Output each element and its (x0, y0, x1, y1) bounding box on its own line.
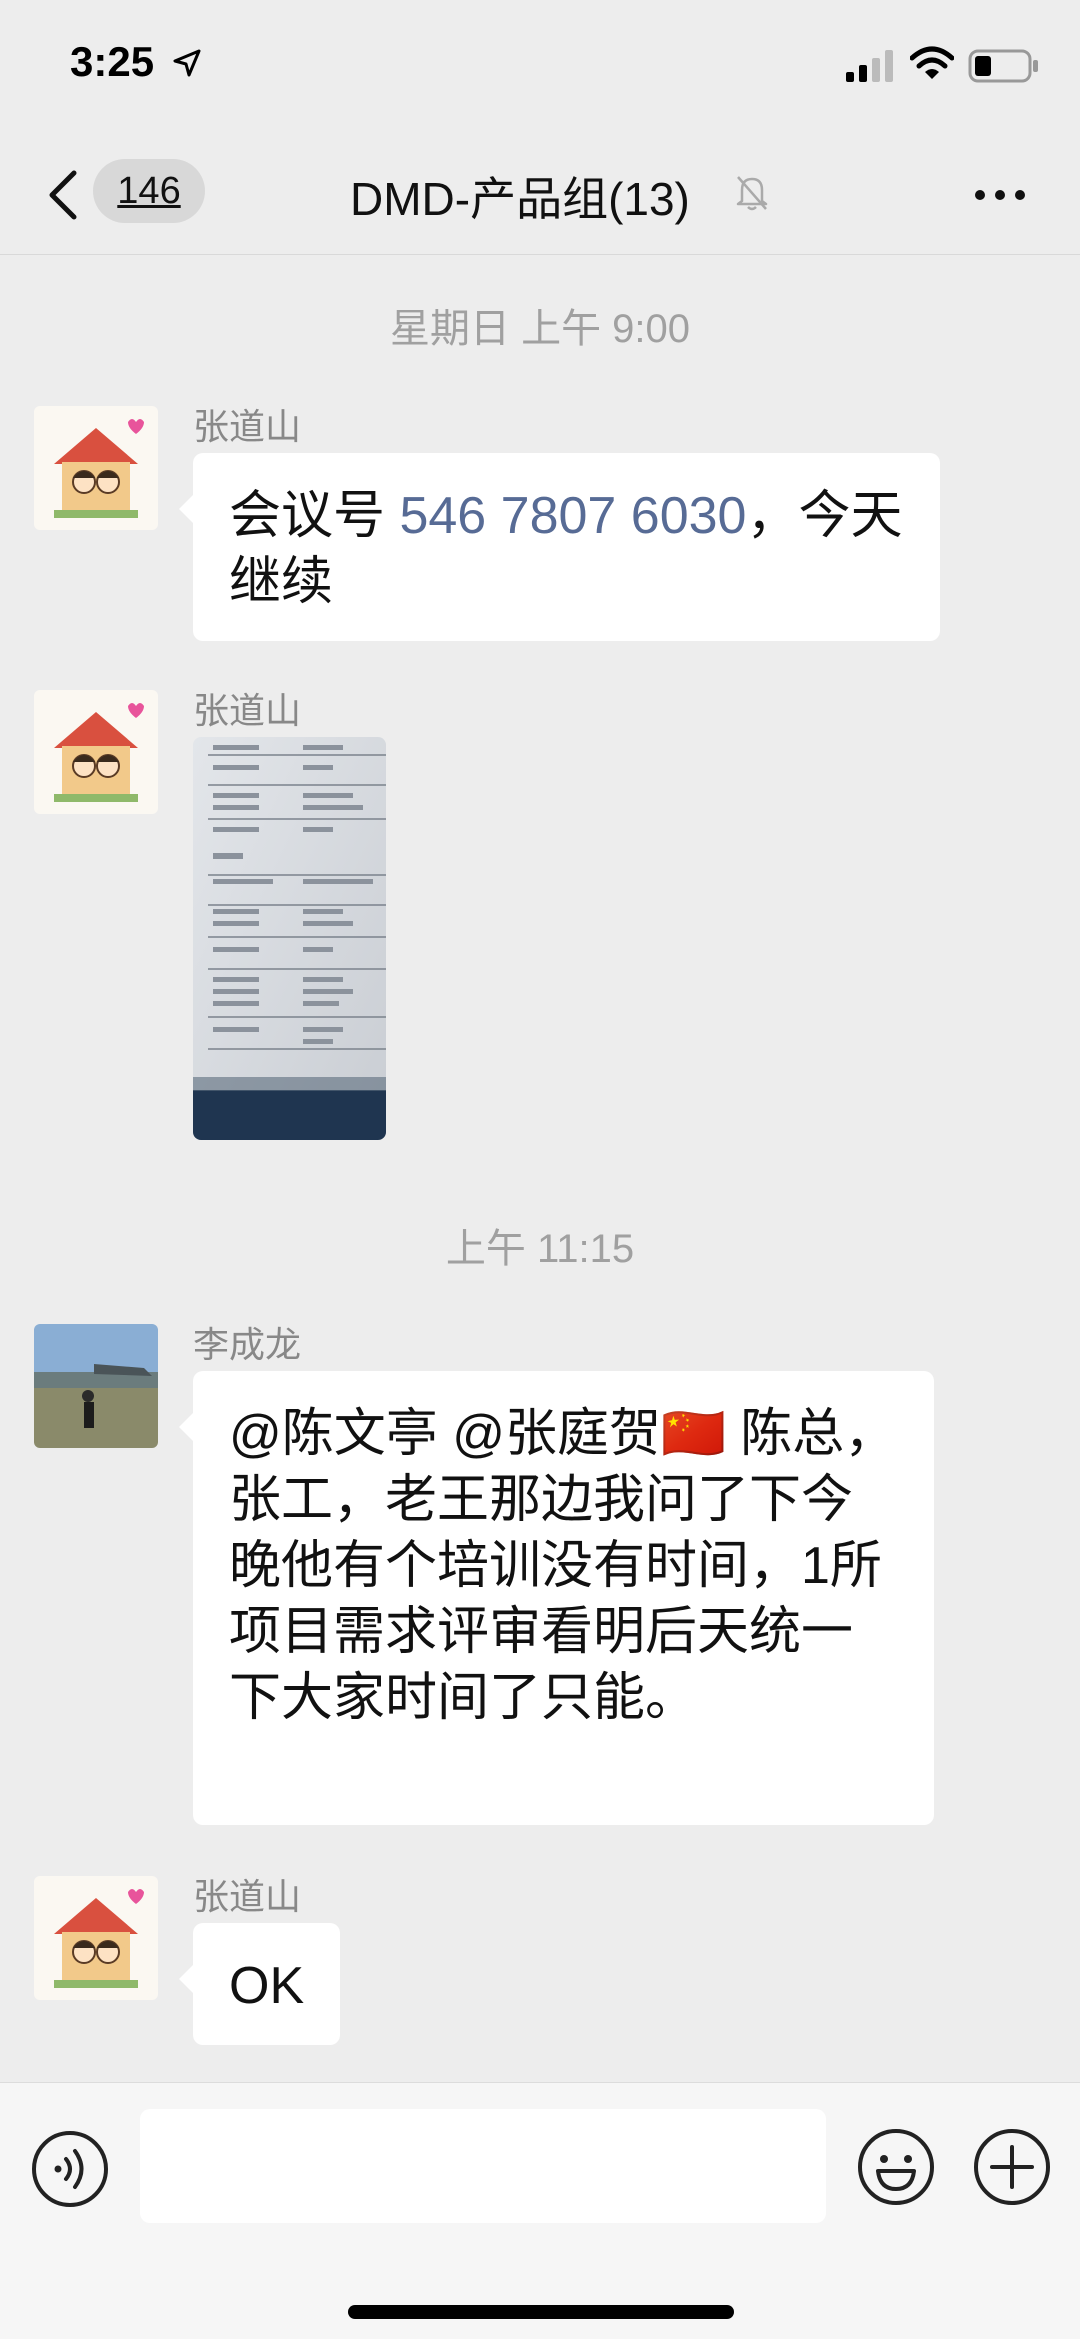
sender-name: 李成龙 (193, 1324, 302, 1365)
bell-slash-icon (736, 176, 768, 211)
message-input-bar (0, 2082, 1080, 2339)
message-text: 会议号 (229, 487, 400, 545)
status-time: 3:25 (70, 38, 155, 85)
home-indicator (348, 2305, 734, 2319)
image-message-schedule-photo[interactable] (193, 737, 386, 1140)
sender-name: 张道山 (193, 690, 302, 731)
voice-icon[interactable] (30, 2129, 110, 2209)
avatar-cartoon-house[interactable] (34, 406, 158, 530)
chat-header: 146 DMD-产品组(13) (0, 135, 1080, 255)
chat-timestamp: 星期日 上午 9:00 (389, 307, 691, 351)
unread-count-badge[interactable]: 146 (93, 159, 205, 223)
message-bubble[interactable]: @陈文亭 @张庭贺🇨🇳 陈总，张工，老王那边我问了下今晚他有个培训没有时间，1所… (179, 1371, 934, 1825)
meeting-number-link[interactable]: 546 7807 6030 (399, 487, 746, 545)
sender-name: 张道山 (193, 1876, 302, 1917)
message-bubble[interactable]: 会议号 546 7807 6030，今天继续 (179, 453, 940, 641)
sender-name: 张道山 (193, 406, 302, 447)
avatar-cartoon-house[interactable] (34, 1876, 158, 2000)
status-bar: 3:25 (0, 0, 1080, 135)
location-arrow-icon (173, 49, 201, 77)
chat-timestamp: 上午 11:15 (445, 1227, 635, 1271)
more-ellipsis-icon[interactable] (972, 185, 1028, 205)
back-chevron-icon[interactable] (40, 165, 90, 225)
battery-icon (968, 49, 1038, 83)
cellular-signal-icon (846, 50, 893, 82)
wifi-icon (910, 46, 954, 79)
avatar-photo-outdoor[interactable] (34, 1324, 158, 1448)
chat-title: DMD-产品组(13) (350, 173, 690, 225)
message-text-input[interactable] (140, 2109, 826, 2223)
plus-circle-icon[interactable] (972, 2127, 1052, 2207)
avatar-cartoon-house[interactable] (34, 690, 158, 814)
message-bubble[interactable]: OK (179, 1923, 340, 2045)
smiley-icon[interactable] (856, 2127, 936, 2207)
